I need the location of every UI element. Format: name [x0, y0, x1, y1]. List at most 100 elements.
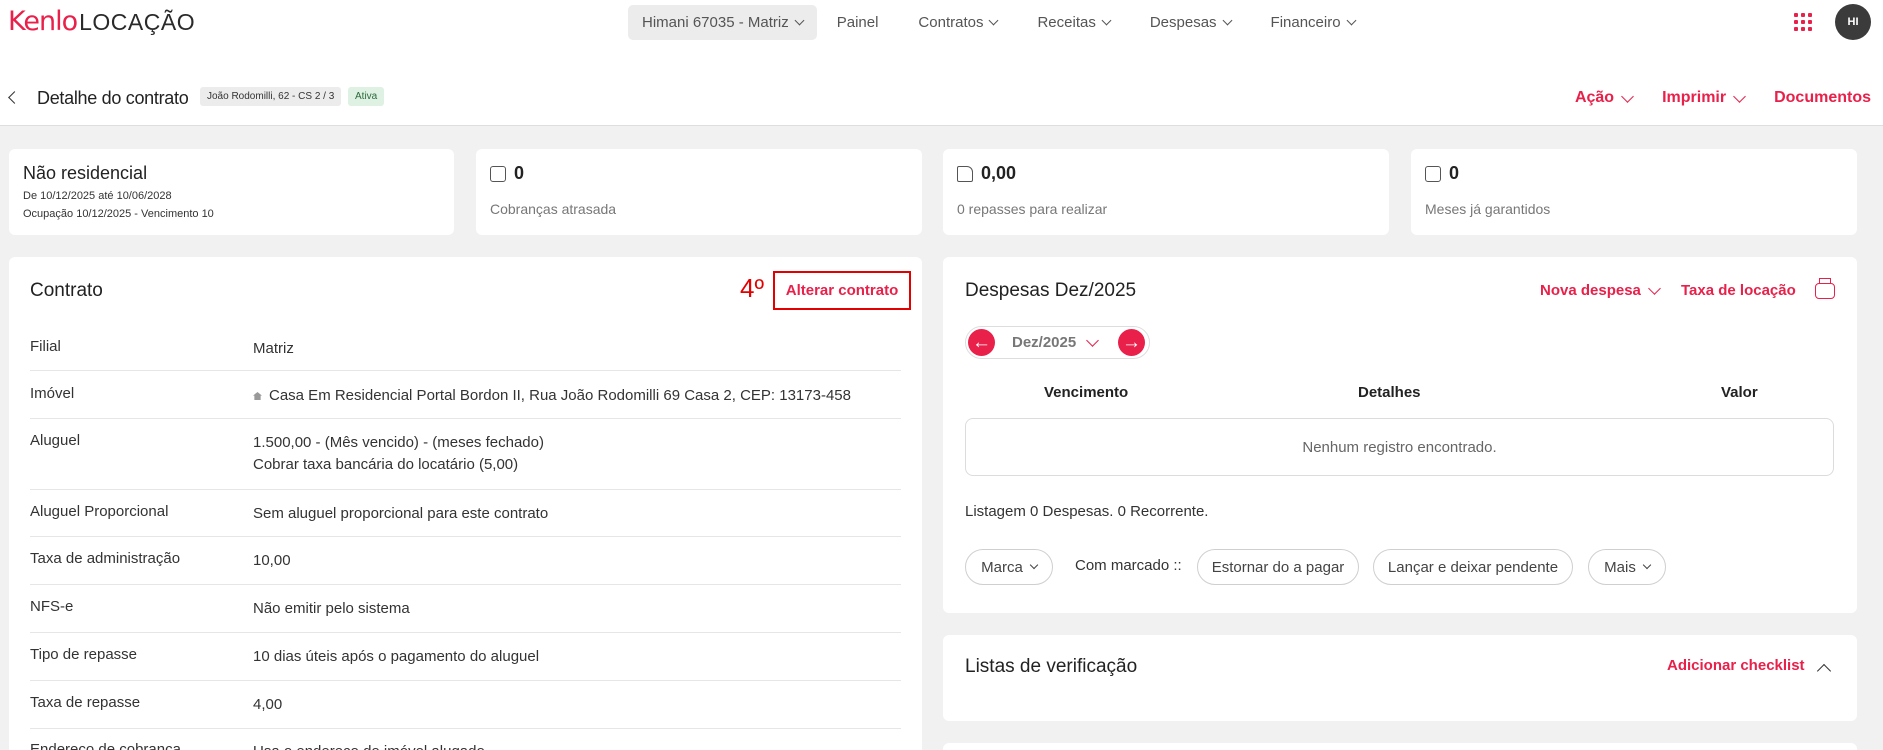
launch-pending-button[interactable]: Lançar e deixar pendente	[1373, 549, 1573, 585]
nav-label: Painel	[836, 14, 879, 31]
listing-summary: Listagem 0 Despesas. 0 Recorrente.	[965, 503, 1209, 520]
info-row-imovel: Imóvel Casa Em Residencial Portal Bordon…	[30, 371, 901, 419]
info-row-tipo-repasse: Tipo de repasse 10 dias úteis após o pag…	[30, 633, 901, 681]
checklists-title: Listas de verificação	[965, 656, 1138, 677]
late-charges-label: Cobranças atrasada	[490, 201, 617, 217]
address-chip: João Rodomilli, 62 - CS 2 / 3	[200, 87, 342, 106]
expenses-title: Despesas Dez/2025	[965, 280, 1137, 301]
guaranteed-months-label: Meses já garantidos	[1425, 201, 1551, 217]
info-row-aluguel: Aluguel 1.500,00 - (Mês vencido) - (mese…	[30, 419, 901, 490]
money-document-icon	[957, 165, 973, 182]
nav-label: Despesas	[1149, 14, 1217, 31]
action-menu-button[interactable]: Ação	[1574, 89, 1634, 107]
row-value: 10 dias úteis após o pagamento do alugue…	[253, 648, 540, 665]
branch-label: Himani 67035 - Matriz	[642, 14, 789, 31]
info-row-aluguel-proporcional: Aluguel Proporcional Sem aluguel proporc…	[30, 490, 901, 537]
row-label: NFS-e	[30, 598, 74, 615]
calendar-icon	[1425, 165, 1441, 182]
mark-dropdown[interactable]: Marca	[965, 549, 1053, 585]
guaranteed-months-card[interactable]: 0 Meses já garantidos	[1411, 149, 1857, 235]
chevron-down-icon	[1642, 560, 1652, 570]
home-icon	[253, 392, 262, 400]
contract-type-card: Não residencial De 10/12/2025 até 10/06/…	[9, 149, 454, 235]
chevron-down-icon	[1101, 15, 1112, 26]
with-marked-label: Com marcado ::	[1075, 557, 1182, 574]
next-month-arrow-icon[interactable]: →	[1118, 329, 1145, 356]
nav-label: Contratos	[918, 14, 984, 31]
month-navigator: ← Dez/2025 →	[965, 326, 1150, 359]
chevron-down-icon	[989, 15, 999, 26]
nav-receitas[interactable]: Receitas	[1025, 5, 1121, 40]
nav-label: Financeiro	[1270, 14, 1341, 31]
row-label: Endereço de cobrança	[30, 741, 181, 750]
row-value: Sem aluguel proporcional para este contr…	[253, 505, 549, 522]
checklists-panel	[943, 635, 1857, 721]
add-checklist-button[interactable]: Adicionar checklist	[1667, 657, 1805, 674]
page-title: Detalhe do contrato	[37, 88, 189, 108]
rental-fee-link[interactable]: Taxa de locação	[1681, 282, 1796, 299]
row-label: Taxa de repasse	[30, 694, 141, 711]
chevron-down-icon	[1086, 334, 1100, 347]
logo-main: Kenlo	[8, 6, 78, 37]
contract-period: De 10/12/2025 até 10/06/2028	[23, 190, 172, 202]
guaranteed-months-value: 0	[1425, 163, 1459, 184]
chevron-down-icon	[1222, 15, 1232, 26]
row-value: Matriz	[253, 340, 294, 357]
main-nav: Himani 67035 - Matriz Painel Contratos R…	[628, 5, 1367, 40]
months-count: 0	[1449, 163, 1460, 183]
row-value: Casa Em Residencial Portal Bordon II, Ru…	[253, 385, 851, 407]
documents-button[interactable]: Documentos	[1774, 89, 1871, 107]
row-value: 10,00	[253, 552, 291, 569]
apps-grid-icon[interactable]	[1794, 13, 1812, 31]
chevron-down-icon	[1346, 15, 1357, 26]
nav-painel[interactable]: Painel	[825, 5, 891, 40]
action-label: Ação	[1574, 89, 1615, 106]
kenlo-logo[interactable]: Kenlo LOCAÇÃO	[8, 6, 195, 37]
chevron-down-icon	[1621, 89, 1634, 103]
nav-financeiro[interactable]: Financeiro	[1259, 5, 1367, 40]
transfers-card[interactable]: 0,00 0 repasses para realizar	[943, 149, 1389, 235]
late-charges-value: 0	[490, 163, 524, 184]
previous-month-arrow-icon[interactable]: ←	[968, 329, 995, 356]
row-label: Taxa de administração	[30, 550, 181, 567]
more-dropdown[interactable]: Mais	[1588, 549, 1666, 585]
avatar[interactable]: HI	[1835, 4, 1871, 40]
chevron-down-icon	[1733, 89, 1746, 103]
new-expense-button[interactable]: Nova despesa	[1540, 282, 1661, 299]
step-annotation: 4º	[740, 273, 764, 303]
row-value: Usa o endereço do imóvel alugado	[253, 741, 485, 750]
print-menu-button[interactable]: Imprimir	[1662, 89, 1746, 107]
info-row-endereco-cobranca: Endereço de cobrança Usa o endereço do i…	[30, 729, 901, 750]
transfers-value: 0,00	[957, 163, 1016, 184]
nav-contratos[interactable]: Contratos	[906, 5, 1009, 40]
calendar-clock-icon	[490, 165, 506, 182]
info-row-filial: Filial Matriz	[30, 330, 901, 371]
mark-label: Marca	[981, 558, 1023, 576]
next-panel	[943, 743, 1857, 750]
row-label: Aluguel	[30, 432, 81, 449]
row-value: 1.500,00 - (Mês vencido) - (meses fechad…	[253, 432, 544, 476]
reverse-payable-button[interactable]: Estornar do a pagar	[1197, 549, 1359, 585]
late-count: 0	[514, 163, 525, 183]
rent-value: 1.500,00 - (Mês vencido) - (meses fechad…	[253, 434, 544, 451]
nav-despesas[interactable]: Despesas	[1138, 5, 1243, 40]
new-expense-label: Nova despesa	[1540, 282, 1641, 299]
back-arrow-icon[interactable]	[8, 91, 21, 104]
edit-contract-button[interactable]: Alterar contrato	[773, 271, 911, 310]
branch-selector[interactable]: Himani 67035 - Matriz	[628, 5, 817, 40]
month-selector[interactable]: Dez/2025	[1012, 334, 1100, 351]
info-row-nfse: NFS-e Não emitir pelo sistema	[30, 585, 901, 633]
logo-sub: LOCAÇÃO	[79, 9, 196, 35]
bank-fee-note: Cobrar taxa bancária do locatário (5,00)	[253, 456, 519, 473]
property-address[interactable]: Casa Em Residencial Portal Bordon II, Ru…	[269, 387, 851, 404]
nav-label: Receitas	[1037, 14, 1096, 31]
chevron-down-icon	[1029, 560, 1039, 570]
status-badge: Ativa	[348, 87, 385, 106]
info-row-taxa-administracao: Taxa de administração 10,00	[30, 537, 901, 585]
column-header-vencimento: Vencimento	[1044, 384, 1129, 401]
empty-state: Nenhum registro encontrado.	[965, 418, 1834, 476]
late-charges-card[interactable]: 0 Cobranças atrasada	[476, 149, 922, 235]
contract-title: Contrato	[30, 280, 103, 301]
transfers-label: 0 repasses para realizar	[957, 201, 1108, 217]
printer-icon[interactable]	[1815, 278, 1835, 299]
